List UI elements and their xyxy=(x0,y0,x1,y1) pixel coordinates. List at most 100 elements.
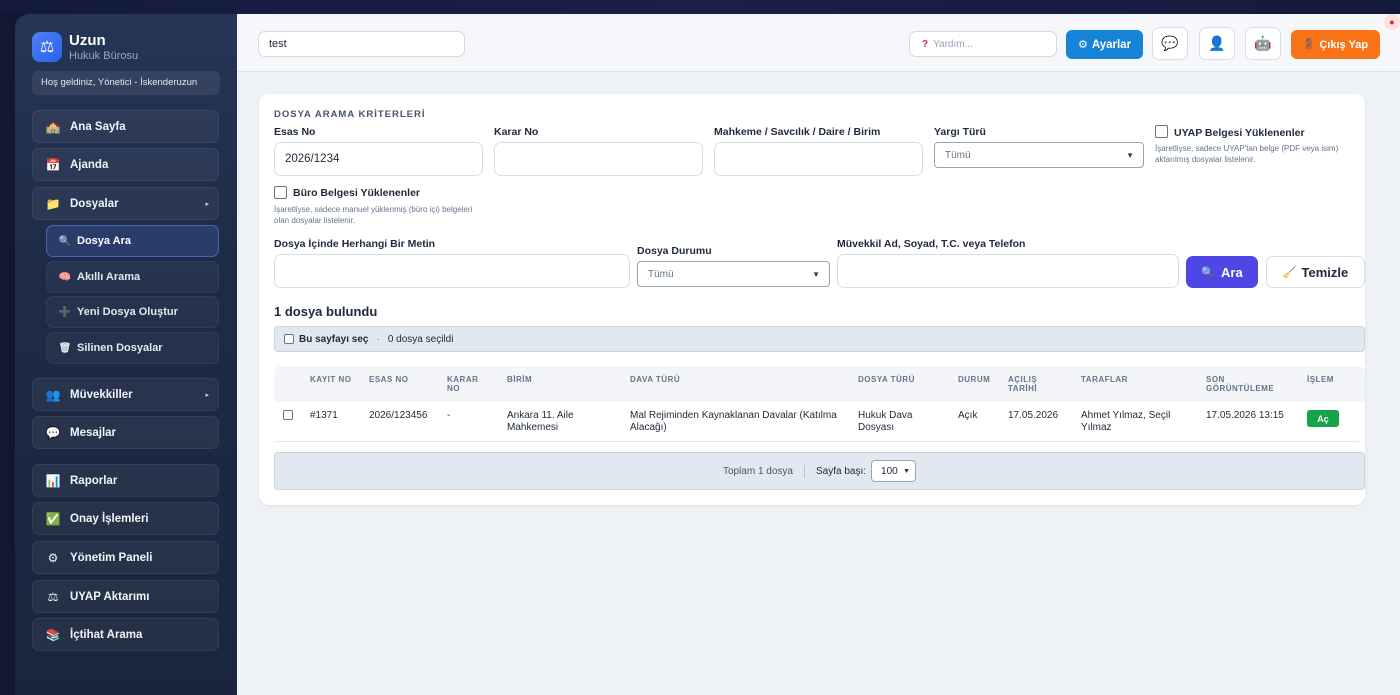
table-row[interactable]: #1371 2026/123456 - Ankara 11. Aile Mahk… xyxy=(274,402,1359,442)
chart-icon: 📊 xyxy=(45,473,61,488)
help-placeholder: Yardım... xyxy=(933,38,973,50)
sidebar-item-label: Müvekkiller xyxy=(70,388,133,401)
sidebar-subitem-label: Dosya Ara xyxy=(77,235,132,247)
sidebar-item-mesajlar[interactable]: 💬 Mesajlar xyxy=(32,416,219,449)
settings-button[interactable]: ⚙ Ayarlar xyxy=(1066,30,1143,59)
global-search-input[interactable] xyxy=(258,31,465,57)
mahkeme-input[interactable] xyxy=(714,142,923,176)
help-search[interactable]: ? Yardım... xyxy=(909,31,1057,57)
sidebar-subitem-yeni-dosya[interactable]: ➕ Yeni Dosya Oluştur xyxy=(46,296,219,328)
open-file-button[interactable]: Aç xyxy=(1307,410,1339,427)
gear-icon: ⚙ xyxy=(47,550,59,565)
buro-hint: İşaretliyse, sadece manuel yüklenmiş (bü… xyxy=(274,205,473,225)
profile-button[interactable]: 👤 xyxy=(1199,27,1235,60)
chat-bot-button[interactable]: 💬 xyxy=(1152,27,1188,60)
school-icon: 🏫 xyxy=(45,119,61,134)
door-icon: 🚪 xyxy=(1302,39,1316,50)
sidebar-item-muvekkiller[interactable]: 👥 Müvekkiller ▸ xyxy=(32,378,219,411)
th-karar-no-line1: KARAR xyxy=(447,375,479,384)
clear-button[interactable]: 🧹 Temizle xyxy=(1266,256,1365,288)
chevron-down-icon: ▼ xyxy=(1126,150,1134,160)
yargi-turu-value: Tümü xyxy=(945,149,971,161)
mahkeme-label: Mahkeme / Savcılık / Daire / Birim xyxy=(714,126,881,138)
select-page-checkbox[interactable] xyxy=(284,334,294,344)
selected-count: 0 dosya seçildi xyxy=(387,333,454,345)
th-karar-no: KARAR NO xyxy=(447,375,478,393)
sidebar-item-onay[interactable]: ✅ Onay İşlemleri xyxy=(32,502,219,535)
separator-dot: · xyxy=(376,333,380,345)
muvekkil-input[interactable] xyxy=(837,254,1179,288)
brain-icon: 🧠 xyxy=(58,271,72,283)
th-acilis-line2: TARİHİ xyxy=(1008,384,1038,393)
buro-checkbox[interactable] xyxy=(274,186,287,199)
sidebar-item-ajanda[interactable]: 📅 Ajanda xyxy=(32,148,219,181)
logout-button[interactable]: 🚪 Çıkış Yap xyxy=(1291,30,1380,59)
trash-icon: 🗑 xyxy=(58,342,72,354)
top-header: ? Yardım... ⚙ Ayarlar 💬 👤 🤖 🚪 Çıkış Yap xyxy=(237,14,1400,72)
chat-bot-icon: 💬 xyxy=(1161,35,1179,51)
search-button-label: Ara xyxy=(1221,264,1243,280)
left-edge xyxy=(0,14,15,695)
cell-esas-no: 2026/123456 xyxy=(369,410,428,421)
yargi-turu-select[interactable]: Tümü ▼ xyxy=(934,142,1144,168)
notification-icon[interactable]: ● xyxy=(1384,14,1400,30)
pagination-bar: Toplam 1 dosya Sayfa başı: 100 ▼ xyxy=(274,452,1365,490)
sidebar-item-ana-sayfa[interactable]: 🏫 Ana Sayfa xyxy=(32,110,219,143)
select-page-label: Bu sayfayı seç xyxy=(299,333,369,345)
brand[interactable]: ⚖ Uzun Hukuk Bürosu xyxy=(32,30,220,64)
search-card: DOSYA ARAMA KRİTERLERİ Esas No 2026/1234… xyxy=(259,94,1365,505)
cell-karar-no: - xyxy=(447,410,451,421)
uyap-hint: İşaretliyse, sadece UYAP'tan belge (PDF … xyxy=(1155,144,1339,164)
muvekkil-label: Müvekkil Ad, Soyad, T.C. veya Telefon xyxy=(837,238,1026,250)
sidebar-item-uyap[interactable]: ⚖ UYAP Aktarımı xyxy=(32,580,219,613)
sidebar-item-label: Ana Sayfa xyxy=(70,120,126,133)
esas-no-input[interactable]: 2026/1234 xyxy=(274,142,483,176)
brand-name: Uzun xyxy=(69,31,106,49)
cell-taraflar-line1: Ahmet Yılmaz, Seçil xyxy=(1081,410,1171,421)
cell-taraflar-line2: Yılmaz xyxy=(1081,422,1112,433)
durum-value: Tümü xyxy=(648,268,674,280)
sidebar-item-label: Yönetim Paneli xyxy=(70,551,153,564)
sidebar-item-dosyalar[interactable]: 📁 Dosyalar ▸ xyxy=(32,187,219,220)
cell-dava-turu-line1: Mal Rejiminden Kaynaklanan Davalar (Katı… xyxy=(630,410,837,421)
calendar-icon: 📅 xyxy=(45,157,61,172)
sidebar-subitem-label: Yeni Dosya Oluştur xyxy=(77,306,178,318)
sidebar-item-yonetim[interactable]: ⚙ Yönetim Paneli xyxy=(32,541,219,574)
robot-icon: 🤖 xyxy=(1254,35,1272,51)
th-son-line2: GÖRÜNTÜLEME xyxy=(1206,384,1275,393)
folder-icon: 📁 xyxy=(45,196,61,211)
karar-no-input[interactable] xyxy=(494,142,703,176)
buro-label: Büro Belgesi Yüklenenler xyxy=(293,187,421,199)
durum-select[interactable]: Tümü ▼ xyxy=(637,261,830,287)
metin-label: Dosya İçinde Herhangi Bir Metin xyxy=(274,238,436,250)
uyap-checkbox[interactable] xyxy=(1155,125,1168,138)
sidebar-item-raporlar[interactable]: 📊 Raporlar xyxy=(32,464,219,497)
top-band xyxy=(0,0,1400,14)
th-son-goruntuleme: SON GÖRÜNTÜLEME xyxy=(1206,375,1274,393)
cell-son-goruntuleme: 17.05.2026 13:15 xyxy=(1206,410,1284,421)
cell-birim-line1: Ankara 11. Aile xyxy=(507,410,574,421)
th-kayit-no: KAYIT NO xyxy=(310,375,352,384)
cell-dosya-turu-line2: Dosyası xyxy=(858,422,895,433)
th-dosya-turu: DOSYA TÜRÜ xyxy=(858,375,915,384)
chevron-down-icon: ▼ xyxy=(812,269,820,279)
search-icon: 🔍 xyxy=(58,235,72,247)
assistant-button[interactable]: 🤖 xyxy=(1245,27,1281,60)
search-button[interactable]: 🔍 Ara xyxy=(1186,256,1258,288)
gear-icon: ⚙ xyxy=(1077,39,1088,51)
per-page-select[interactable]: 100 ▼ xyxy=(871,460,917,482)
sidebar-subitem-silinen[interactable]: 🗑 Silinen Dosyalar xyxy=(46,332,219,364)
cell-dava-turu-line2: Alacağı) xyxy=(630,422,667,433)
scale-icon: ⚖ xyxy=(32,32,62,62)
sidebar-subitem-dosya-ara[interactable]: 🔍 Dosya Ara xyxy=(46,225,219,257)
cell-dava-turu: Mal Rejiminden Kaynaklanan Davalar (Katı… xyxy=(630,410,837,434)
row-checkbox[interactable] xyxy=(283,410,293,420)
metin-input[interactable] xyxy=(274,254,630,288)
th-birim: BİRİM xyxy=(507,375,533,384)
durum-label: Dosya Durumu xyxy=(637,245,712,257)
per-page-value: 100 xyxy=(881,465,898,477)
sidebar-subitem-akilli-arama[interactable]: 🧠 Akıllı Arama xyxy=(46,261,219,293)
sidebar-item-ictihat[interactable]: 📚 İçtihat Arama xyxy=(32,618,219,651)
sidebar-item-label: Mesajlar xyxy=(70,426,117,439)
table-header: KAYIT NO ESAS NO KARAR NO BİRİM DAVA TÜR… xyxy=(274,366,1365,402)
